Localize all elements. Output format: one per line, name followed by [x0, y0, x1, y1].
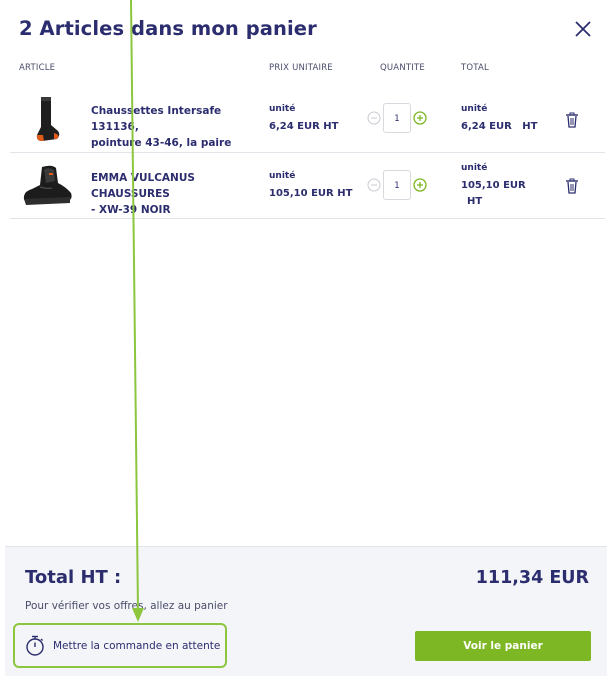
- product-name-line[interactable]: pointure 43-46, la paire: [91, 135, 261, 151]
- product-name[interactable]: Chaussettes Intersafe 131136, pointure 4…: [91, 103, 261, 151]
- product-name[interactable]: EMMA VULCANUS CHAUSSURES - XW-39 NOIR: [91, 170, 261, 218]
- quantity-stepper[interactable]: 1: [367, 103, 427, 133]
- column-header-quantity: QUANTITE: [380, 63, 425, 73]
- line-total: 6,24 EUR HT: [461, 121, 538, 132]
- column-header-total: TOTAL: [461, 63, 489, 73]
- cart-footer: Total HT : 111,34 EUR Pour vérifier vos …: [5, 546, 607, 676]
- cart-panel: 2 Articles dans mon panier ARTICLE PRIX …: [0, 0, 607, 676]
- close-icon[interactable]: [572, 18, 594, 40]
- cart-title: 2 Articles dans mon panier: [19, 17, 317, 40]
- plus-icon[interactable]: [413, 178, 427, 192]
- column-header-unit-price: PRIX UNITAIRE: [269, 63, 333, 73]
- product-name-line[interactable]: - XW-39 NOIR: [91, 202, 261, 218]
- view-cart-button[interactable]: Voir le panier: [415, 631, 591, 661]
- line-total: 105,10 EUR: [461, 180, 526, 191]
- unit-price: 6,24 EUR HT: [269, 121, 339, 132]
- unit-label: unité: [269, 171, 296, 181]
- product-name-line[interactable]: Chaussettes Intersafe 131136,: [91, 103, 261, 135]
- total-label: Total HT :: [25, 567, 122, 588]
- total-unit-label: unité: [461, 104, 488, 114]
- unit-price: 105,10 EUR HT: [269, 188, 353, 199]
- sock-product-image[interactable]: [30, 95, 64, 143]
- unit-label: unité: [269, 104, 296, 114]
- quantity-input[interactable]: 1: [383, 170, 411, 200]
- product-name-line[interactable]: EMMA VULCANUS CHAUSSURES: [91, 170, 261, 202]
- line-total-suffix: HT: [467, 196, 483, 207]
- plus-icon[interactable]: [413, 111, 427, 125]
- trash-icon[interactable]: [565, 112, 579, 128]
- cart-hint: Pour vérifier vos offres, allez au panie…: [25, 600, 228, 612]
- total-value: 111,34 EUR: [475, 568, 589, 588]
- minus-icon[interactable]: [367, 111, 381, 125]
- hold-order-label: Mettre la commande en attente: [53, 639, 221, 652]
- total-unit-label: unité: [461, 163, 488, 173]
- quantity-input[interactable]: 1: [383, 103, 411, 133]
- stopwatch-icon: [26, 635, 44, 656]
- minus-icon[interactable]: [367, 178, 381, 192]
- shoe-product-image[interactable]: [22, 163, 74, 207]
- hold-order-button[interactable]: Mettre la commande en attente: [13, 623, 227, 668]
- column-header-article: ARTICLE: [19, 63, 56, 73]
- quantity-stepper[interactable]: 1: [367, 170, 427, 200]
- trash-icon[interactable]: [565, 178, 579, 194]
